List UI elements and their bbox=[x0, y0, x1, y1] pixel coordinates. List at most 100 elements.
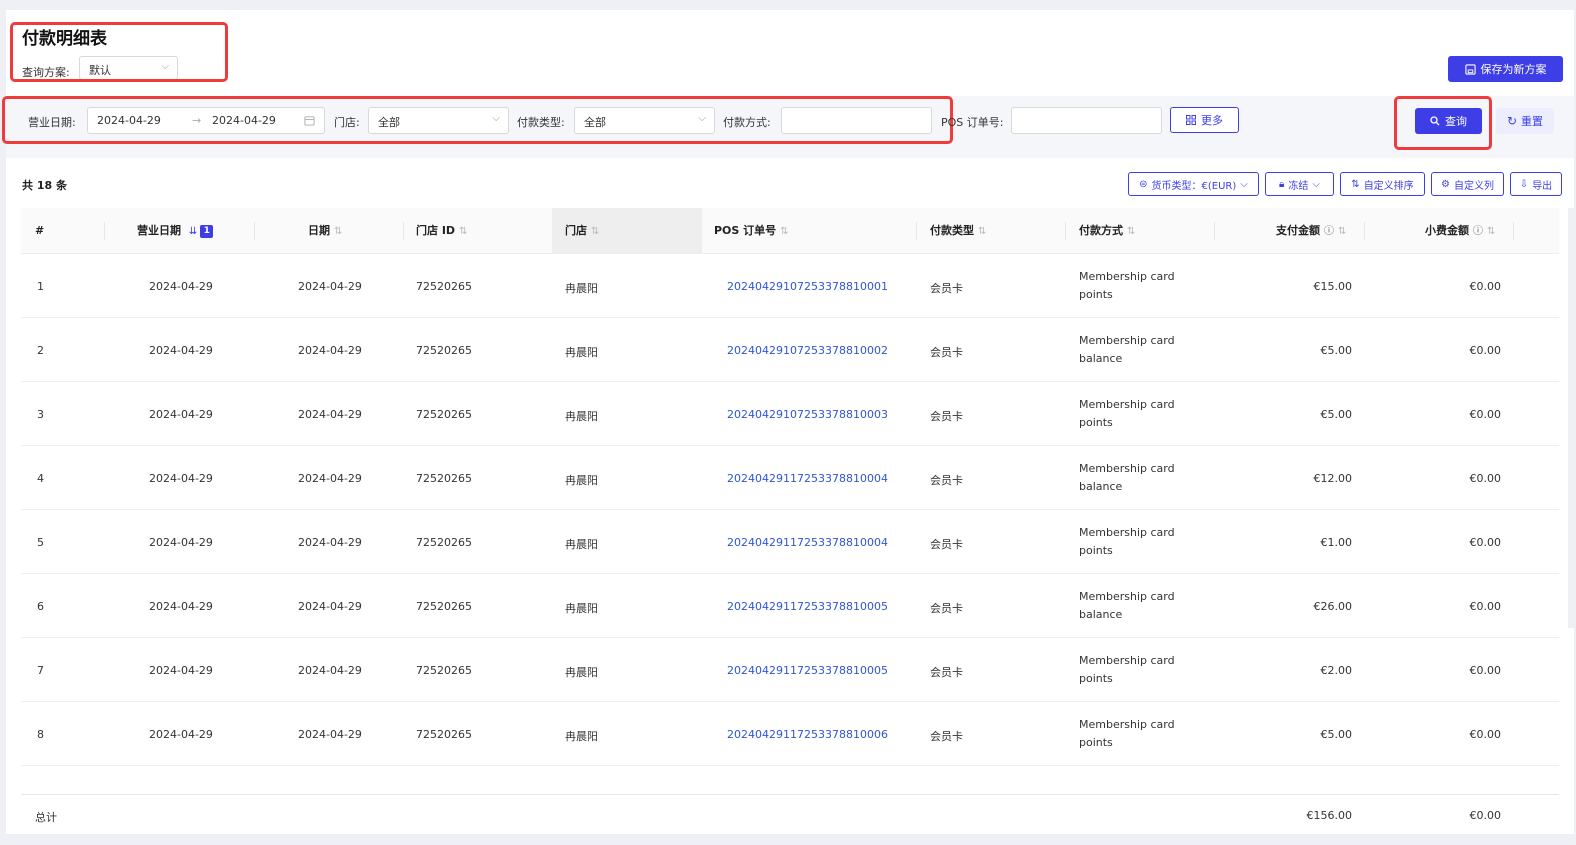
export-button[interactable]: ⇩ 导出 bbox=[1510, 172, 1562, 196]
date-to: 2024-04-29 bbox=[212, 114, 276, 127]
col-header-pos-order[interactable]: POS 订单号 ⇅ bbox=[714, 208, 789, 254]
custom-sort-button[interactable]: ⇅ 自定义排序 bbox=[1340, 172, 1425, 196]
freeze-button[interactable]: 🔒︎ 冻结 ⌵ bbox=[1265, 172, 1334, 196]
row-store: 冉晨阳 bbox=[565, 538, 598, 551]
col-header-pay-type[interactable]: 付款类型 ⇅ bbox=[930, 208, 986, 254]
table-row[interactable]: 5 2024-04-29 2024-04-29 72520265 冉晨阳 20240429… bbox=[21, 510, 1559, 574]
row-pos-order-link[interactable]: 20240429107253378810003 bbox=[727, 408, 888, 421]
pay-type-select[interactable]: 全部 ⌵ bbox=[574, 107, 715, 134]
report-page: 付款明细表 查询方案: 默认 ⌵ 保存为新方案 营业日期: 2024-04-29… bbox=[2, 10, 1574, 834]
search-icon bbox=[1430, 116, 1440, 126]
custom-columns-button[interactable]: ⚙ 自定义列 bbox=[1431, 172, 1504, 196]
pay-method-input[interactable] bbox=[781, 107, 932, 134]
row-pos-order-link[interactable]: 20240429107253378810002 bbox=[727, 344, 888, 357]
chevron-down-icon: ⌵ bbox=[492, 113, 500, 124]
table-row[interactable]: 7 2024-04-29 2024-04-29 72520265 冉晨阳 20240429… bbox=[21, 638, 1559, 702]
column-divider bbox=[916, 222, 917, 240]
col-header-business-date-label: 营业日期 bbox=[137, 224, 181, 237]
row-index: 5 bbox=[37, 536, 44, 549]
sort-icon: ⇅ bbox=[978, 226, 987, 237]
sort-order-badge: 1 bbox=[200, 224, 214, 238]
calendar-icon bbox=[304, 116, 315, 126]
column-divider bbox=[1214, 222, 1215, 240]
table-header: # 营业日期 ⇊ 1 日期 ⇅ 门店 ID ⇅ 门店 ⇅ POS 订单号 ⇅ 付款类型 ⇅ … bbox=[21, 208, 1559, 254]
col-header-tip[interactable]: 小费金额 ⓘ ⇅ bbox=[1425, 208, 1495, 254]
col-header-business-date[interactable]: 营业日期 ⇊ 1 bbox=[137, 208, 214, 254]
col-header-amount-label: 支付金额 bbox=[1276, 224, 1320, 237]
row-amount: €15.00 bbox=[1313, 280, 1353, 293]
query-button[interactable]: 查询 bbox=[1415, 108, 1482, 134]
row-pos-order-link[interactable]: 20240429117253378810006 bbox=[727, 728, 888, 741]
row-tip: €0.00 bbox=[1469, 344, 1502, 357]
sort-desc-icon: ⇊ bbox=[188, 226, 198, 237]
currency-type-button[interactable]: ⊜ 货币类型：€(EUR) ⌵ bbox=[1128, 172, 1259, 196]
scheme-value: 默认 bbox=[89, 64, 111, 77]
reset-button[interactable]: ↻ 重置 bbox=[1496, 108, 1554, 134]
save-scheme-label: 保存为新方案 bbox=[1480, 63, 1547, 76]
scheme-label: 查询方案: bbox=[22, 66, 70, 79]
row-date: 2024-04-29 bbox=[298, 728, 362, 741]
col-header-store-id[interactable]: 门店 ID ⇅ bbox=[416, 208, 467, 254]
store-label: 门店: bbox=[334, 116, 360, 129]
col-header-store[interactable]: 门店 ⇅ bbox=[565, 208, 599, 254]
row-pay-method: Membership card points bbox=[1079, 398, 1175, 429]
col-header-store-label: 门店 bbox=[565, 224, 587, 237]
table-row[interactable]: 2 2024-04-29 2024-04-29 72520265 冉晨阳 20240429… bbox=[21, 318, 1559, 382]
freeze-label: 冻结 bbox=[1288, 180, 1309, 192]
export-label: 导出 bbox=[1532, 180, 1553, 192]
total-row: 总计 €156.00 €0.00 bbox=[21, 794, 1559, 834]
row-pos-order-link[interactable]: 20240429117253378810005 bbox=[727, 664, 888, 677]
row-store-id: 72520265 bbox=[416, 472, 472, 485]
row-pay-type: 会员卡 bbox=[930, 474, 963, 487]
table-row[interactable]: 4 2024-04-29 2024-04-29 72520265 冉晨阳 20240429… bbox=[21, 446, 1559, 510]
row-pay-method: Membership card points bbox=[1079, 526, 1175, 557]
col-header-pos-order-label: POS 订单号 bbox=[714, 224, 777, 237]
more-filters-button[interactable]: 更多 bbox=[1170, 107, 1239, 133]
row-index: 4 bbox=[37, 472, 44, 485]
row-date: 2024-04-29 bbox=[298, 472, 362, 485]
col-header-amount[interactable]: 支付金额 ⓘ ⇅ bbox=[1276, 208, 1346, 254]
table-row[interactable]: 8 2024-04-29 2024-04-29 72520265 冉晨阳 20240429… bbox=[21, 702, 1559, 766]
row-store: 冉晨阳 bbox=[565, 602, 598, 615]
row-pay-type: 会员卡 bbox=[930, 538, 963, 551]
row-tip: €0.00 bbox=[1469, 408, 1502, 421]
reset-label: 重置 bbox=[1521, 115, 1544, 128]
row-pos-order-link[interactable]: 20240429117253378810004 bbox=[727, 536, 888, 549]
table-row[interactable]: 6 2024-04-29 2024-04-29 72520265 冉晨阳 20240429… bbox=[21, 574, 1559, 638]
vertical-scrollbar[interactable] bbox=[1568, 208, 1574, 628]
row-index: 1 bbox=[37, 280, 44, 293]
table-row[interactable]: 1 2024-04-29 2024-04-29 72520265 冉晨阳 20240429… bbox=[21, 254, 1559, 318]
row-pos-order-link[interactable]: 20240429107253378810001 bbox=[727, 280, 888, 293]
currency-icon: ⊜ bbox=[1139, 178, 1148, 190]
col-header-pay-method[interactable]: 付款方式 ⇅ bbox=[1079, 208, 1135, 254]
pos-order-input[interactable] bbox=[1011, 107, 1162, 134]
col-header-pay-method-label: 付款方式 bbox=[1079, 224, 1123, 237]
row-pay-type: 会员卡 bbox=[930, 730, 963, 743]
chevron-down-icon: ⌵ bbox=[1312, 178, 1320, 190]
help-icon: ⓘ bbox=[1473, 226, 1483, 237]
row-business-date: 2024-04-29 bbox=[149, 344, 213, 357]
column-divider bbox=[1065, 222, 1066, 240]
store-select[interactable]: 全部 ⌵ bbox=[368, 107, 509, 134]
row-date: 2024-04-29 bbox=[298, 280, 362, 293]
col-header-tip-label: 小费金额 bbox=[1425, 224, 1469, 237]
date-range-picker[interactable]: 2024-04-29 → 2024-04-29 bbox=[87, 107, 325, 134]
row-date: 2024-04-29 bbox=[298, 664, 362, 677]
row-pos-order-link[interactable]: 20240429117253378810004 bbox=[727, 472, 888, 485]
row-store-id: 72520265 bbox=[416, 600, 472, 613]
table-row[interactable]: 3 2024-04-29 2024-04-29 72520265 冉晨阳 20240429… bbox=[21, 382, 1559, 446]
row-tip: €0.00 bbox=[1469, 472, 1502, 485]
row-pos-order-link[interactable]: 20240429117253378810005 bbox=[727, 600, 888, 613]
custom-columns-label: 自定义列 bbox=[1453, 180, 1494, 192]
grid-icon bbox=[1186, 115, 1196, 125]
save-scheme-button[interactable]: 保存为新方案 bbox=[1448, 56, 1563, 82]
col-header-date[interactable]: 日期 ⇅ bbox=[308, 208, 342, 254]
col-header-index: # bbox=[35, 224, 45, 237]
row-business-date: 2024-04-29 bbox=[149, 408, 213, 421]
date-from: 2024-04-29 bbox=[97, 114, 161, 127]
sort-icon: ⇅ bbox=[780, 226, 789, 237]
row-amount: €2.00 bbox=[1320, 664, 1353, 677]
business-date-label: 营业日期: bbox=[28, 116, 76, 129]
scheme-select[interactable]: 默认 ⌵ bbox=[79, 56, 178, 80]
row-tip: €0.00 bbox=[1469, 664, 1502, 677]
